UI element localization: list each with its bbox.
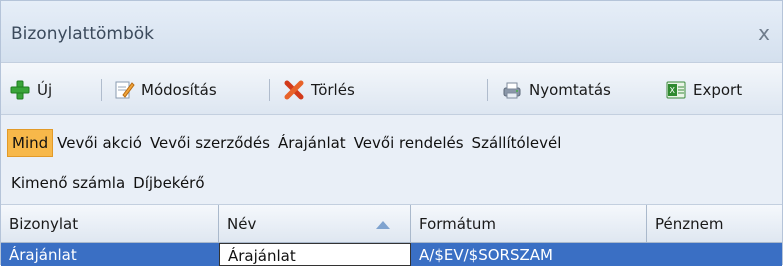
column-header-nev[interactable]: Név bbox=[219, 205, 411, 243]
printer-icon bbox=[501, 79, 523, 101]
toolbar-separator bbox=[269, 79, 270, 101]
grid-header: Bizonylat Név Formátum Pénznem bbox=[1, 205, 782, 243]
plus-icon bbox=[9, 79, 31, 101]
sort-ascending-icon bbox=[376, 221, 390, 229]
title-bar: Bizonylattömbök x bbox=[1, 1, 782, 63]
close-icon[interactable]: x bbox=[758, 21, 770, 45]
window-title: Bizonylattömbök bbox=[11, 24, 155, 44]
filter-dijbekero[interactable]: Díjbekérő bbox=[129, 170, 208, 196]
edit-icon bbox=[113, 79, 135, 101]
filter-arajanlat[interactable]: Árajánlat bbox=[274, 130, 350, 156]
document-series-window: Bizonylattömbök x Új Módosítás Törlés Ny… bbox=[0, 0, 783, 266]
toolbar-separator bbox=[101, 79, 102, 101]
filter-kimeno-szamla[interactable]: Kimenő számla bbox=[7, 170, 129, 196]
cell-bizonylat: Árajánlat bbox=[9, 246, 77, 264]
cell-formatum: A/$EV/$SORSZAM bbox=[419, 246, 553, 264]
filter-vevoi-akcio[interactable]: Vevői akció bbox=[53, 130, 146, 156]
export-button[interactable]: X Export bbox=[665, 77, 742, 103]
filter-vevoi-szerzodes[interactable]: Vevői szerződés bbox=[146, 130, 274, 156]
filter-row-2: Kimenő számla Díjbekérő bbox=[7, 167, 209, 199]
filter-bar: Mind Vevői akció Vevői szerződés Árajánl… bbox=[1, 115, 782, 205]
excel-icon: X bbox=[665, 79, 687, 101]
column-header-nev-label: Név bbox=[227, 215, 257, 233]
delete-button-label: Törlés bbox=[311, 81, 355, 99]
filter-vevoi-rendeles[interactable]: Vevői rendelés bbox=[350, 130, 468, 156]
print-button-label: Nyomtatás bbox=[529, 81, 611, 99]
column-header-formatum[interactable]: Formátum bbox=[411, 205, 647, 243]
table-row[interactable]: Árajánlat Árajánlat A/$EV/$SORSZAM bbox=[1, 243, 782, 266]
delete-icon bbox=[283, 79, 305, 101]
filter-mind[interactable]: Mind bbox=[7, 129, 54, 157]
cell-nev-editor[interactable]: Árajánlat bbox=[219, 243, 411, 266]
toolbar: Új Módosítás Törlés Nyomtatás X Export bbox=[1, 63, 782, 115]
column-header-penznem[interactable]: Pénznem bbox=[647, 205, 782, 243]
print-button[interactable]: Nyomtatás bbox=[501, 77, 611, 103]
new-button-label: Új bbox=[37, 81, 53, 99]
export-button-label: Export bbox=[693, 81, 743, 99]
toolbar-separator bbox=[487, 79, 488, 101]
filter-row-1: Mind Vevői akció Vevői szerződés Árajánl… bbox=[7, 127, 565, 159]
new-button[interactable]: Új bbox=[9, 77, 52, 103]
delete-button[interactable]: Törlés bbox=[283, 77, 355, 103]
svg-text:X: X bbox=[670, 86, 676, 95]
cell-penznem bbox=[647, 243, 782, 266]
edit-button-label: Módosítás bbox=[141, 81, 217, 99]
filter-szallitolevel[interactable]: Szállítólevél bbox=[468, 130, 566, 156]
edit-button[interactable]: Módosítás bbox=[113, 77, 217, 103]
column-header-bizonylat[interactable]: Bizonylat bbox=[1, 205, 219, 243]
